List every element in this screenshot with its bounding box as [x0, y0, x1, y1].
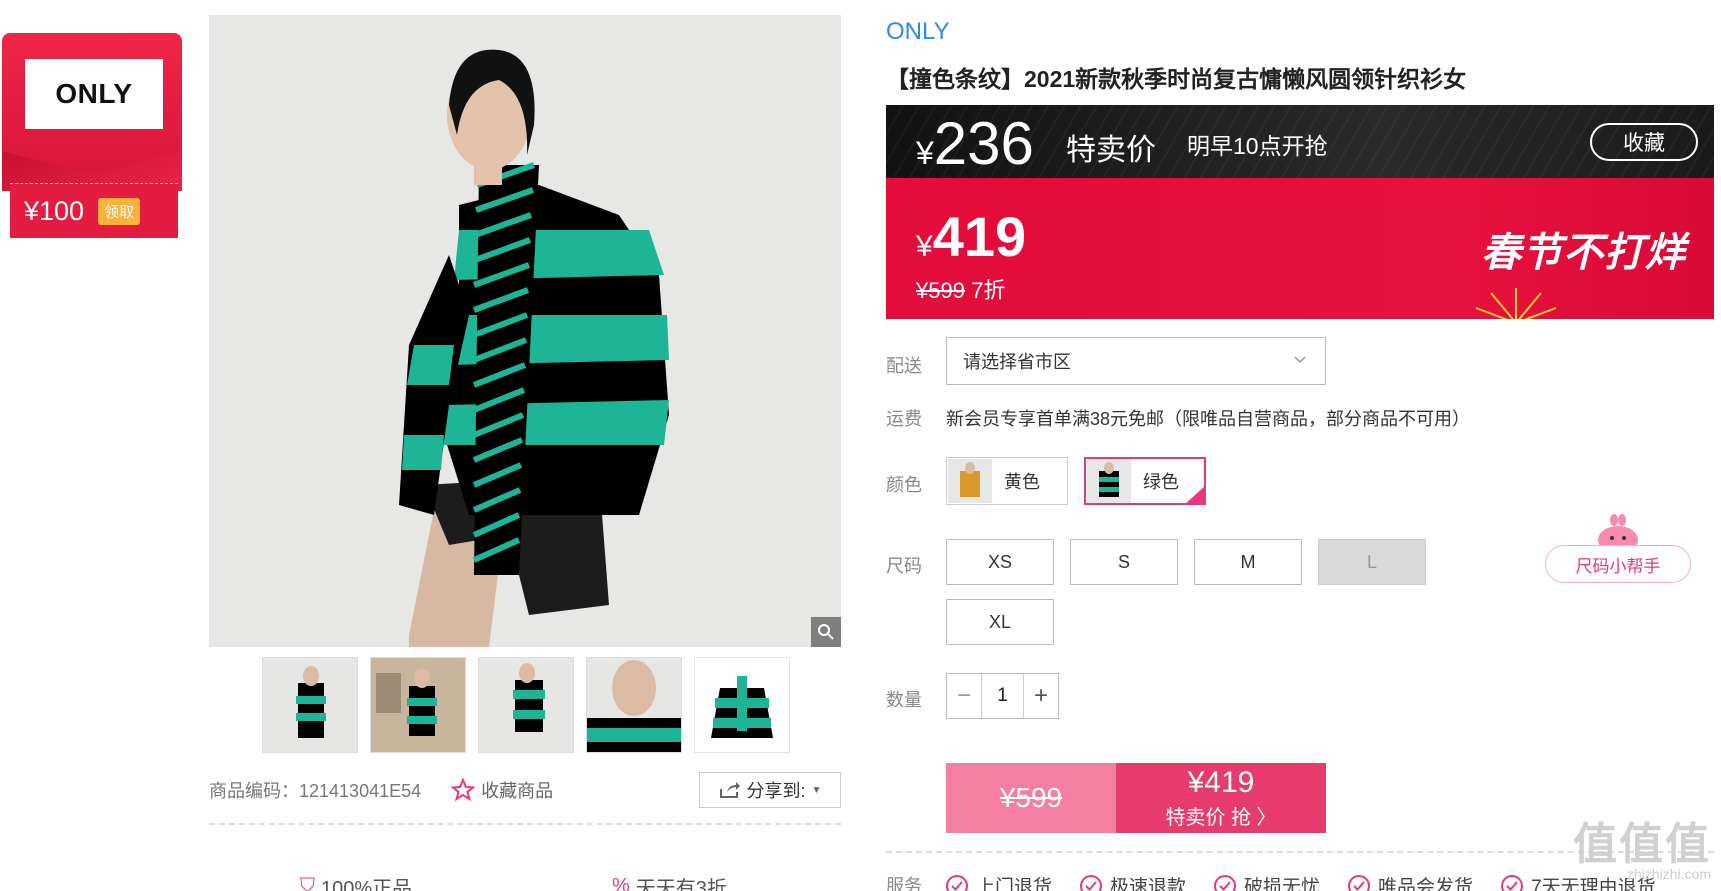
color-option-yellow[interactable]: 黄色	[946, 457, 1068, 505]
buy-button[interactable]: ¥599 ¥419 特卖价 抢 〉	[946, 763, 1326, 833]
flash-sale-banner: ¥236 特卖价 明早10点开抢 收藏	[886, 105, 1714, 178]
service-item: 破损无忧	[1214, 872, 1320, 891]
flash-sale-price: ¥236	[916, 109, 1034, 178]
thumbnail-5[interactable]	[694, 657, 790, 753]
share-label: 分享到:	[746, 781, 806, 801]
product-photo	[209, 15, 841, 647]
buy-sale-price: ¥419	[1187, 765, 1255, 799]
brand-coupon-card: ONLY ¥100 领取	[2, 33, 182, 238]
check-circle-icon	[946, 874, 968, 891]
buy-original-price: ¥599	[946, 763, 1116, 833]
product-title: 【撞色条纹】2021新款秋季时尚复古慵懒风圆领针织衫女	[886, 66, 1467, 92]
service-item: 极速退款	[1080, 872, 1186, 891]
check-circle-icon	[1214, 874, 1237, 891]
star-icon	[451, 778, 476, 802]
brand-coupon[interactable]: ¥100 领取	[10, 183, 178, 238]
flash-sale-label: 特卖价	[1066, 134, 1156, 167]
main-product-image[interactable]	[209, 15, 841, 647]
color-option-green[interactable]: 绿色	[1084, 457, 1206, 505]
buy-action[interactable]: ¥419 特卖价 抢 〉	[1116, 763, 1326, 833]
current-price-value: 419	[932, 205, 1027, 268]
flash-sale-price-value: 236	[933, 110, 1034, 177]
size-label: 尺码	[886, 556, 922, 576]
thumbnail-3[interactable]	[478, 657, 574, 753]
quantity-value[interactable]: 1	[981, 674, 1024, 718]
delivery-label: 配送	[886, 356, 922, 376]
size-helper-button[interactable]: 尺码小帮手	[1545, 545, 1691, 583]
region-select[interactable]: 请选择省市区	[946, 337, 1326, 385]
brand-link[interactable]: ONLY	[886, 18, 950, 46]
check-circle-icon	[1501, 874, 1524, 891]
buy-action-label: 特卖价 抢 〉	[1165, 806, 1277, 829]
size-option-xs[interactable]: XS	[946, 539, 1054, 585]
discount-rate: 7折	[971, 278, 1006, 303]
thumbnail-strip	[262, 657, 790, 753]
guarantee-discount: % 天天有3折	[612, 872, 727, 891]
service-item-label: 极速退款	[1110, 877, 1187, 891]
shipping-label: 运费	[886, 409, 922, 429]
service-item: 唯品会发货	[1348, 872, 1473, 891]
check-circle-icon	[1080, 874, 1103, 891]
product-meta-row: 商品编码：121413041E54 收藏商品 分享到: ▼	[209, 772, 841, 808]
share-button[interactable]: 分享到: ▼	[699, 772, 841, 808]
color-label: 颜色	[886, 475, 922, 495]
selected-check-icon	[1184, 485, 1206, 505]
sku-code: 商品编码：121413041E54	[209, 781, 422, 801]
claim-coupon-button[interactable]: 领取	[98, 197, 141, 225]
current-price: ¥419	[916, 204, 1026, 269]
guarantee-authentic-label: 100%正品	[321, 878, 413, 891]
service-item-label: 上门退货	[976, 877, 1053, 891]
size-option-l: L	[1318, 539, 1426, 585]
chevron-down-icon	[1294, 356, 1306, 364]
guarantee-discount-label: 天天有3折	[635, 878, 727, 891]
service-item-label: 唯品会发货	[1378, 877, 1474, 891]
thumbnail-1[interactable]	[262, 657, 358, 753]
shield-check-icon: ⛉	[300, 875, 315, 891]
watermark-url: zhizhizhi.com	[1626, 866, 1711, 882]
coupon-amount: ¥100	[24, 195, 85, 226]
percent-icon: %	[612, 875, 630, 891]
color-option-label: 黄色	[1004, 472, 1040, 492]
size-option-s[interactable]: S	[1070, 539, 1178, 585]
size-option-xl[interactable]: XL	[946, 599, 1054, 645]
guarantee-authentic: ⛉ 100%正品	[300, 872, 412, 891]
region-select-value: 请选择省市区	[963, 352, 1071, 372]
color-swatch-green	[1087, 459, 1131, 503]
thumbnail-2[interactable]	[370, 657, 466, 753]
color-option-label: 绿色	[1143, 472, 1179, 492]
zoom-icon[interactable]	[811, 617, 841, 647]
check-circle-icon	[1348, 874, 1371, 891]
favorite-product-link[interactable]: 收藏商品	[451, 777, 553, 803]
currency-symbol: ¥	[916, 230, 933, 263]
decrease-button[interactable]: −	[947, 674, 981, 718]
original-price: ¥599	[916, 278, 965, 303]
quantity-stepper: − 1 +	[946, 673, 1059, 719]
divider	[209, 823, 841, 825]
flash-sale-start-time: 明早10点开抢	[1187, 133, 1328, 159]
brand-logo[interactable]: ONLY	[25, 59, 163, 129]
promo-text: 春节不打烊	[1481, 231, 1686, 275]
firework-decoration	[1475, 288, 1557, 319]
favorite-button[interactable]: 收藏	[1590, 123, 1698, 161]
share-icon	[719, 782, 740, 798]
service-item-label: 破损无忧	[1244, 877, 1321, 891]
color-swatch-yellow	[948, 459, 992, 503]
service-list: 上门退货 极速退款 破损无忧 唯品会发货 7天无理由退货	[946, 872, 1656, 891]
price-banner: ¥419 ¥599 7折 春节不打烊	[886, 178, 1714, 319]
original-price-row: ¥599 7折	[916, 273, 1005, 305]
service-item: 上门退货	[946, 872, 1052, 891]
size-option-m[interactable]: M	[1194, 539, 1302, 585]
service-label: 服务	[886, 876, 922, 891]
watermark: 值值值	[1573, 820, 1711, 869]
chevron-down-icon: ▼	[811, 784, 822, 796]
quantity-label: 数量	[886, 690, 922, 710]
thumbnail-4[interactable]	[586, 657, 682, 753]
shipping-text: 新会员专享首单满38元免邮（限唯品自营商品，部分商品不可用）	[946, 409, 1471, 429]
increase-button[interactable]: +	[1024, 674, 1058, 718]
favorite-product-label: 收藏商品	[481, 781, 554, 801]
currency-symbol: ¥	[916, 135, 934, 171]
